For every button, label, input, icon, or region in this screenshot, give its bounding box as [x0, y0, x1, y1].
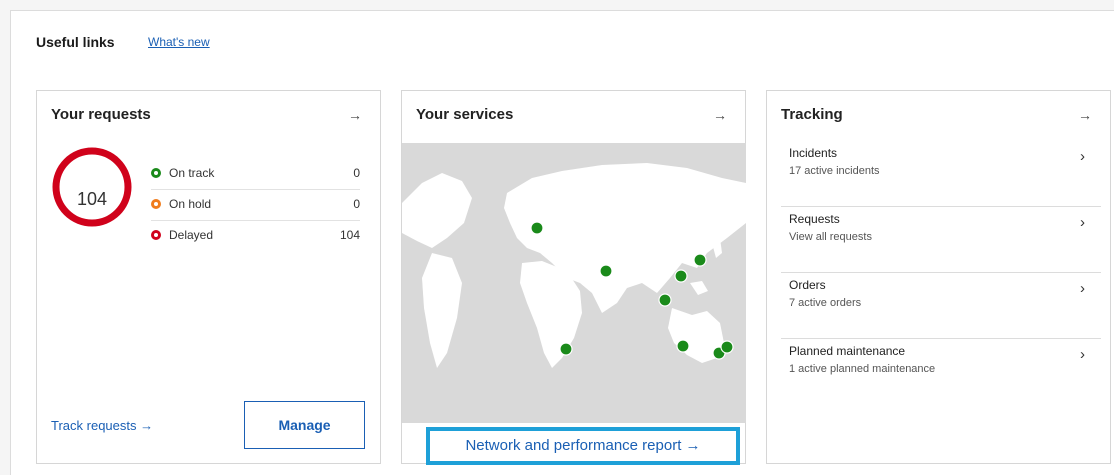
map-marker — [674, 269, 688, 283]
donut-ring — [52, 147, 132, 227]
tracking-card: Tracking → Incidents 17 active incidents… — [766, 90, 1111, 464]
tracking-item-requests[interactable]: Requests View all requests › — [781, 207, 1101, 273]
tracking-item-planned-maintenance[interactable]: Planned maintenance 1 active planned mai… — [781, 339, 1101, 405]
chevron-right-icon: › — [1080, 280, 1085, 297]
manage-button[interactable]: Manage — [244, 401, 365, 449]
track-requests-label: Track requests — [51, 418, 137, 433]
arrow-right-icon[interactable]: → — [348, 107, 362, 123]
arrow-right-icon[interactable]: → — [713, 107, 727, 123]
tracking-item-incidents[interactable]: Incidents 17 active incidents › — [781, 141, 1101, 207]
services-card: Your services → Network and performance … — [401, 90, 746, 465]
play-icon — [151, 168, 161, 178]
map-marker — [693, 253, 707, 267]
requests-donut-chart — [52, 147, 132, 227]
requests-title: Your requests — [51, 106, 151, 123]
map-marker — [720, 340, 734, 354]
track-requests-link[interactable]: Track requests → — [51, 418, 153, 433]
chevron-right-icon: › — [1080, 148, 1085, 165]
services-world-map — [402, 143, 746, 423]
status-row-delayed: Delayed 104 — [151, 221, 360, 252]
requests-card: Your requests → 104 On track 0 On hold 0… — [36, 90, 381, 464]
tracking-item-subtitle: View all requests — [789, 231, 872, 243]
map-marker — [559, 342, 573, 356]
pause-icon — [151, 199, 161, 209]
status-row-on-track: On track 0 — [151, 159, 360, 190]
status-count: 0 — [353, 197, 360, 211]
arrow-right-icon[interactable]: → — [1078, 107, 1092, 123]
services-title: Your services — [416, 106, 514, 123]
requests-total: 104 — [76, 189, 108, 209]
network-performance-report-link[interactable]: Network and performance report → — [426, 427, 740, 465]
status-label: On track — [169, 166, 215, 180]
status-count: 0 — [353, 166, 360, 180]
tracking-item-subtitle: 7 active orders — [789, 297, 862, 309]
tracking-item-subtitle: 17 active incidents — [789, 165, 880, 177]
arrow-right-icon: → — [140, 418, 154, 433]
status-row-on-hold: On hold 0 — [151, 190, 360, 221]
tracking-item-title: Orders — [789, 278, 826, 292]
tracking-item-subtitle: 1 active planned maintenance — [789, 363, 936, 375]
chevron-right-icon: › — [1080, 346, 1085, 363]
chevron-right-icon: › — [1080, 214, 1085, 231]
tracking-item-orders[interactable]: Orders 7 active orders › — [781, 273, 1101, 339]
tracking-title: Tracking — [781, 106, 843, 123]
map-marker — [599, 264, 613, 278]
status-count: 104 — [339, 228, 360, 242]
tracking-item-title: Requests — [789, 212, 840, 226]
map-marker — [530, 221, 544, 235]
map-marker — [658, 293, 672, 307]
useful-links-title: Useful links — [36, 34, 115, 50]
status-label: On hold — [169, 197, 212, 211]
tracking-item-title: Planned maintenance — [789, 344, 906, 358]
whats-new-link[interactable]: What's new — [148, 35, 210, 49]
status-label: Delayed — [169, 228, 214, 242]
tracking-item-title: Incidents — [789, 146, 838, 160]
stop-icon — [151, 230, 161, 240]
map-marker — [676, 339, 690, 353]
